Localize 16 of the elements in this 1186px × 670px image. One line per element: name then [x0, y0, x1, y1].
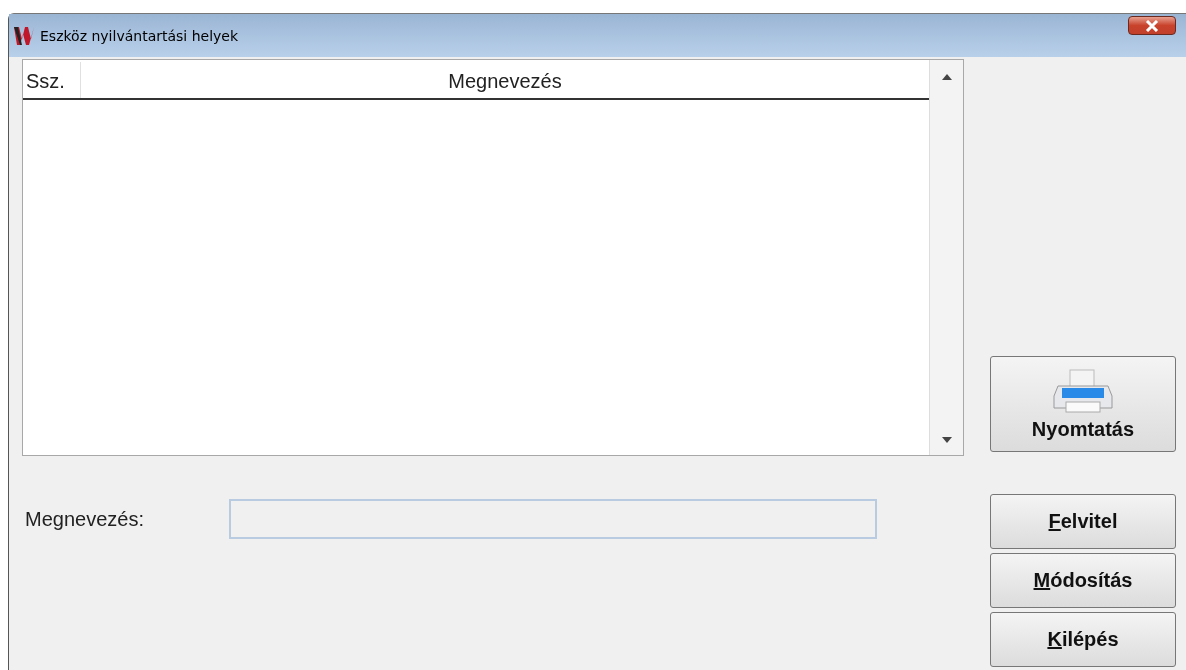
print-button[interactable]: Nyomtatás [990, 356, 1176, 452]
window-title: Eszköz nyilvántartási helyek [40, 27, 239, 44]
add-button[interactable]: Felvitel [990, 494, 1176, 549]
printer-icon [1052, 367, 1114, 416]
scroll-up-icon[interactable] [941, 74, 952, 80]
field-label: Megnevezés: [24, 507, 145, 531]
scroll-down-icon[interactable] [941, 437, 952, 443]
close-button[interactable] [1128, 16, 1176, 35]
exit-button[interactable]: Kilépés [990, 612, 1176, 667]
close-icon[interactable] [1144, 19, 1160, 32]
modify-button[interactable]: Módosítás [990, 553, 1176, 608]
list-view[interactable]: Ssz. Megnevezés [22, 59, 964, 456]
name-field[interactable] [229, 499, 877, 539]
column-header[interactable]: Megnevezés [81, 62, 929, 98]
app-logo-icon [14, 26, 34, 45]
column-header[interactable]: Ssz. [23, 62, 81, 98]
